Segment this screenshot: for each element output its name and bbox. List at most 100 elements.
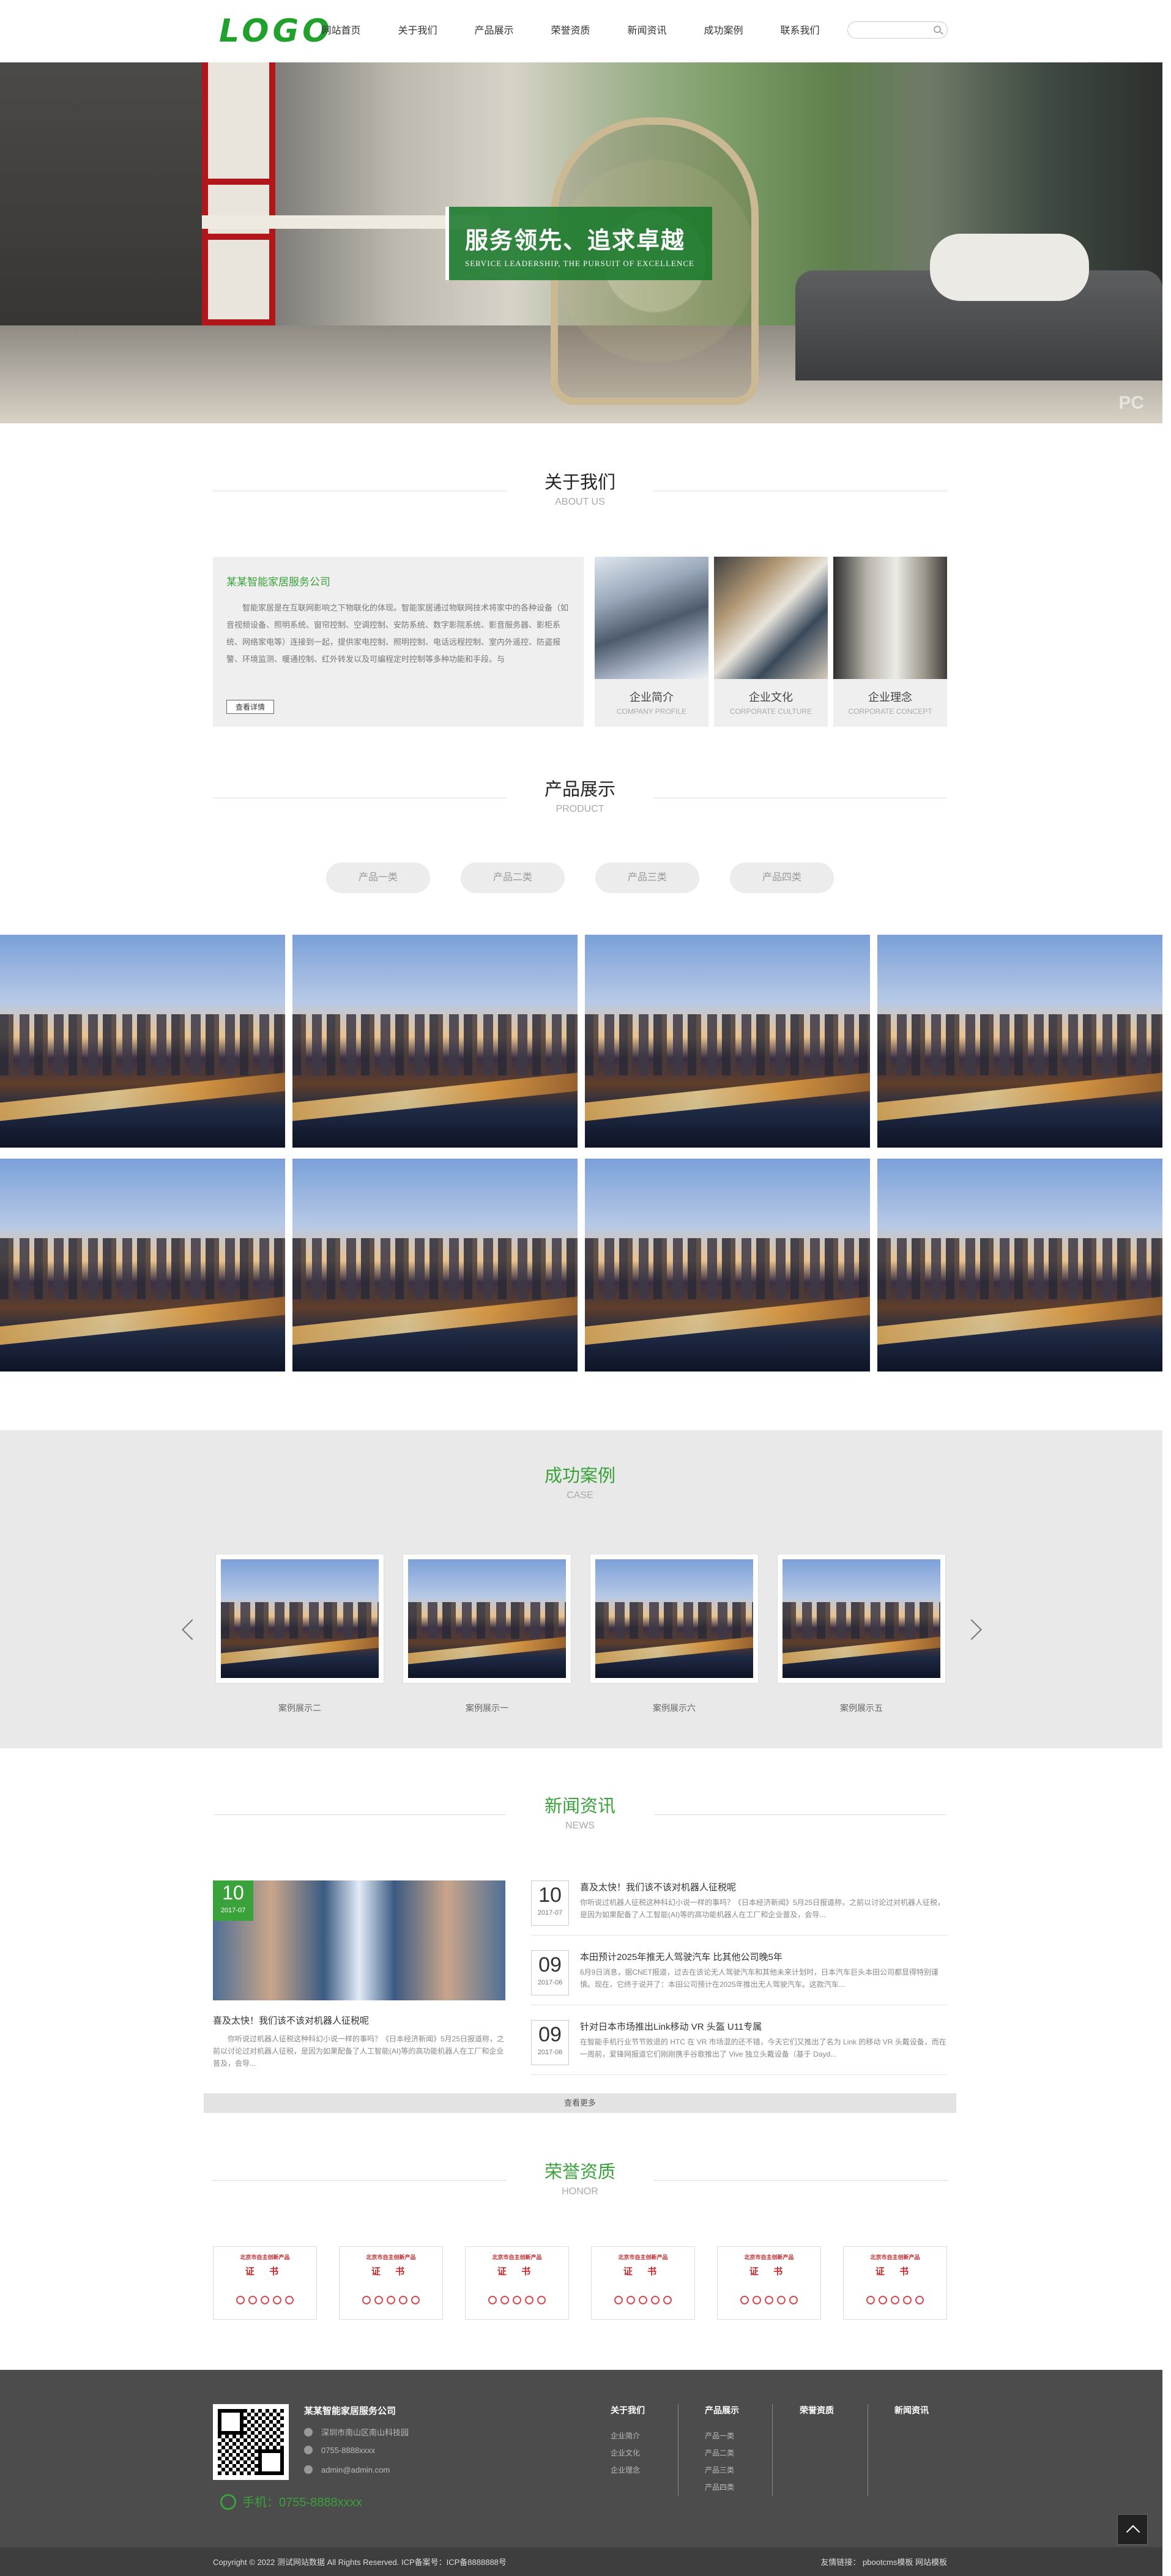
footer-link[interactable]: 企业文化	[611, 2444, 684, 2462]
news-subtitle: NEWS	[565, 1821, 595, 1831]
tab-product-1[interactable]: 产品一类	[326, 863, 430, 893]
tab-product-3[interactable]: 产品三类	[595, 863, 699, 893]
card-corporate-concept[interactable]: 企业理念 CORPORATE CONCEPT	[833, 557, 947, 727]
product-image[interactable]	[585, 935, 870, 1148]
footer-email: admin@admin.com	[304, 2465, 390, 2474]
copyright: Copyright © 2022 测试网站数据 All Rights Reser…	[213, 2558, 507, 2567]
tab-product-4[interactable]: 产品四类	[730, 863, 834, 893]
case-item[interactable]: 案例展示五	[777, 1554, 946, 1714]
honor-certificate[interactable]: 北京市自主创新产品 证 书	[465, 2246, 569, 2320]
nav-honor[interactable]: 荣誉资质	[532, 23, 609, 39]
news-list-item[interactable]: 09 2017-06 针对日本市场推出Link移动 VR 头盔 U11专属 在智…	[531, 2020, 947, 2075]
news-list-item[interactable]: 10 2017-07 喜及太快！我们该不该对机器人征税呢 你听说过机器人征税这种…	[531, 1880, 947, 1936]
honor-section-title: 荣誉资质 HONOR	[213, 2161, 947, 2200]
news-item-summary: 在智能手机行业节节败退的 HTC 在 VR 市场混的还不错，今天它们又推出了名为…	[580, 2038, 946, 2058]
footer-link[interactable]: 企业理念	[611, 2462, 684, 2479]
cert-heading: 北京市自主创新产品	[492, 2254, 542, 2260]
news-list-item[interactable]: 09 2017-06 本田预计2025年推无人驾驶汽车 比其他公司晚5年 6月9…	[531, 1950, 947, 2005]
footer-col-title[interactable]: 产品展示	[705, 2404, 778, 2416]
footer-link[interactable]: 产品一类	[705, 2427, 778, 2444]
nav-products[interactable]: 产品展示	[456, 23, 532, 39]
news-more-button[interactable]: 查看更多	[204, 2093, 956, 2113]
cert-seals	[214, 2296, 316, 2304]
product-image[interactable]	[877, 1159, 1162, 1372]
banner-pillow	[930, 234, 1089, 301]
footer-link[interactable]: 产品三类	[705, 2462, 778, 2479]
nav-news[interactable]: 新闻资讯	[609, 23, 685, 39]
cert-heading: 北京市自主创新产品	[870, 2254, 920, 2260]
case-item[interactable]: 案例展示六	[590, 1554, 759, 1714]
footer-col-title[interactable]: 关于我们	[611, 2404, 684, 2416]
case-frame	[215, 1554, 384, 1683]
news-featured-title[interactable]: 喜及太快！我们该不该对机器人征税呢	[213, 2014, 505, 2027]
honor-certificate[interactable]: 北京市自主创新产品 证 书	[339, 2246, 443, 2320]
search-icon[interactable]	[934, 26, 941, 33]
title-divider	[213, 2180, 507, 2181]
footer-link[interactable]: 产品四类	[705, 2479, 778, 2496]
cert-seals	[340, 2296, 442, 2304]
case-image	[595, 1559, 753, 1678]
site-header: LOGO 网站首页 关于我们 产品展示 荣誉资质 新闻资讯 成功案例 联系我们	[0, 0, 1171, 62]
card-image	[714, 557, 828, 679]
honor-certificate[interactable]: 北京市自主创新产品 证 书	[213, 2246, 317, 2320]
news-item-title[interactable]: 针对日本市场推出Link移动 VR 头盔 U11专属	[580, 2020, 762, 2033]
footer-link[interactable]: 产品二类	[705, 2444, 778, 2462]
news-featured-summary: 你听说过机器人征税这种科幻小说一样的事吗？《日本经济新闻》5月25日报道称，之前…	[213, 2035, 505, 2068]
friend-links[interactable]: 友情链接： pbootcms模板 网站模板	[820, 2556, 947, 2567]
footer-link[interactable]: 企业简介	[611, 2427, 684, 2444]
banner-slogan-box: 服务领先、追求卓越 SERVICE LEADERSHIP, THE PURSUI…	[445, 207, 712, 280]
card-subtitle: COMPANY PROFILE	[616, 707, 687, 716]
news-item-title[interactable]: 本田预计2025年推无人驾驶汽车 比其他公司晚5年	[580, 1950, 783, 1963]
footer-company: 某某智能家居服务公司	[304, 2406, 396, 2416]
cert-heading: 北京市自主创新产品	[240, 2254, 290, 2260]
product-image[interactable]	[877, 935, 1162, 1148]
product-image[interactable]	[0, 935, 285, 1148]
product-tabs: 产品一类 产品二类 产品三类 产品四类	[326, 863, 864, 893]
product-image[interactable]	[0, 1159, 285, 1372]
title-divider	[653, 1814, 947, 1815]
search-input[interactable]	[855, 22, 935, 38]
product-image[interactable]	[292, 1159, 578, 1372]
cases-title: 成功案例	[544, 1466, 615, 1486]
footer-col-honor: 荣誉资质	[800, 2404, 873, 2427]
date-year-month: 2017-06	[537, 1979, 563, 1986]
cert-heading: 北京市自主创新产品	[744, 2254, 794, 2260]
honor-certificate[interactable]: 北京市自主创新产品 证 书	[843, 2246, 947, 2320]
card-company-profile[interactable]: 企业简介 COMPANY PROFILE	[595, 557, 708, 727]
nav-cases[interactable]: 成功案例	[685, 23, 762, 39]
nav-about[interactable]: 关于我们	[379, 23, 456, 39]
card-title: 企业文化	[749, 691, 793, 703]
news-featured[interactable]: 10 2017-07 喜及太快！我们该不该对机器人征税呢 你听说过机器人征税这种…	[213, 1880, 505, 2069]
about-more-button[interactable]: 查看详情	[226, 700, 275, 714]
footer-col-title[interactable]: 新闻资讯	[894, 2404, 968, 2416]
date-year-month: 2017-07	[537, 1909, 563, 1917]
cert-word: 证 书	[371, 2266, 411, 2277]
card-corporate-culture[interactable]: 企业文化 CORPORATE CULTURE	[714, 557, 828, 727]
about-cards: 企业简介 COMPANY PROFILE 企业文化 CORPORATE CULT…	[595, 557, 947, 727]
title-divider	[213, 1814, 507, 1815]
product-image[interactable]	[292, 935, 578, 1148]
case-image	[221, 1559, 379, 1678]
cert-word: 证 书	[245, 2266, 285, 2277]
cert-word: 证 书	[749, 2266, 789, 2277]
date-year-month: 2017-06	[537, 2049, 563, 2056]
product-image[interactable]	[585, 1159, 870, 1372]
cert-word: 证 书	[875, 2266, 915, 2277]
cert-seals	[718, 2296, 820, 2304]
nav-contact[interactable]: 联系我们	[762, 23, 838, 39]
case-item[interactable]: 案例展示一	[403, 1554, 571, 1714]
about-company-name: 某某智能家居服务公司	[226, 576, 330, 588]
card-image	[833, 557, 947, 679]
footer-col-about: 关于我们 企业简介 企业文化 企业理念	[611, 2404, 684, 2479]
news-item-title[interactable]: 喜及太快！我们该不该对机器人征税呢	[580, 1880, 736, 1893]
honor-certificate[interactable]: 北京市自主创新产品 证 书	[717, 2246, 821, 2320]
back-to-top-button[interactable]	[1117, 2514, 1148, 2545]
case-item[interactable]: 案例展示二	[215, 1554, 384, 1714]
footer-col-title[interactable]: 荣誉资质	[800, 2404, 873, 2416]
nav-home[interactable]: 网站首页	[303, 23, 379, 39]
about-text: 智能家居是在互联网影响之下物联化的体现。智能家居通过物联网技术将家中的各种设备（…	[226, 603, 569, 664]
card-subtitle: CORPORATE CULTURE	[729, 707, 812, 716]
tab-product-2[interactable]: 产品二类	[461, 863, 565, 893]
honor-certificate[interactable]: 北京市自主创新产品 证 书	[591, 2246, 695, 2320]
banner-subtitle: SERVICE LEADERSHIP, THE PURSUIT OF EXCEL…	[465, 259, 694, 268]
